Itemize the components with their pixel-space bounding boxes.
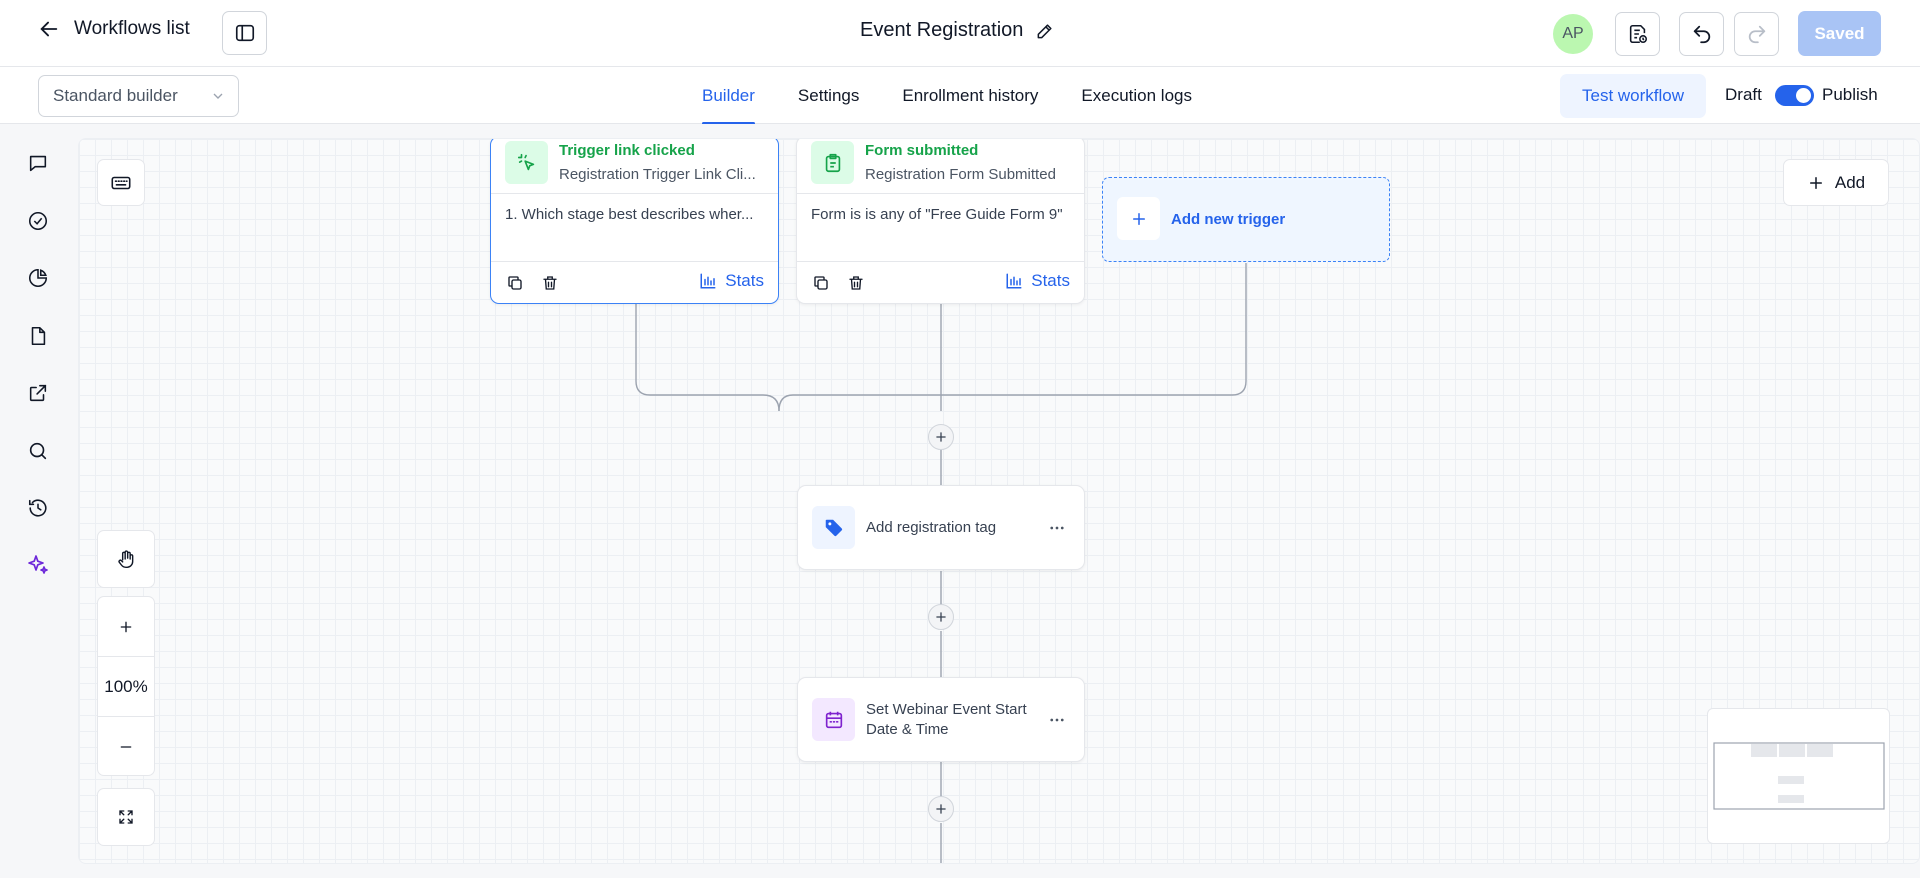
more-options-icon[interactable]	[1048, 519, 1066, 537]
undo-button[interactable]	[1679, 12, 1724, 56]
trash-icon[interactable]	[847, 274, 865, 292]
copy-icon[interactable]	[506, 274, 524, 292]
trigger-stats-button[interactable]: Stats	[699, 271, 764, 291]
workflow-title-group: Event Registration	[860, 19, 1055, 42]
clipboard-icon	[811, 141, 854, 184]
tag-icon	[812, 506, 855, 549]
trigger-subtitle: Registration Form Submitted	[865, 166, 1056, 183]
chevron-down-icon	[210, 88, 226, 104]
check-circle-icon[interactable]	[25, 208, 51, 234]
plus-icon	[1807, 174, 1825, 192]
action-label: Set Webinar Event Start Date & Time	[866, 701, 1027, 738]
plus-icon	[934, 430, 948, 444]
draft-label: Draft	[1725, 85, 1762, 104]
add-step-button[interactable]	[928, 424, 954, 450]
tab-execution-logs[interactable]: Execution logs	[1081, 67, 1192, 124]
saved-button[interactable]: Saved	[1798, 11, 1881, 56]
zoom-in-button[interactable]	[98, 597, 154, 657]
action-card-set-webinar-date[interactable]: Set Webinar Event Start Date & Time	[797, 677, 1085, 762]
keyboard-icon	[110, 172, 132, 194]
action-label: Add registration tag	[866, 519, 997, 536]
back-to-workflows-link[interactable]: Workflows list	[38, 18, 190, 40]
version-history-button[interactable]	[1615, 12, 1660, 56]
plus-icon	[118, 619, 134, 635]
history-clock-icon[interactable]	[25, 495, 51, 521]
trigger-condition: Form is is any of "Free Guide Form 9"	[797, 194, 1084, 262]
trigger-title: Form submitted	[865, 142, 979, 159]
trigger-subtitle: Registration Trigger Link Cli...	[559, 166, 756, 183]
publish-label: Publish	[1822, 85, 1878, 104]
sidebar-panel-icon	[234, 22, 256, 44]
pencil-edit-icon[interactable]	[1035, 21, 1055, 41]
redo-button[interactable]	[1734, 12, 1779, 56]
stats-label: Stats	[1031, 271, 1070, 290]
redo-icon	[1746, 23, 1768, 45]
trigger-card-header: Trigger link clicked Registration Trigge…	[491, 139, 778, 194]
trigger-card-link-clicked[interactable]: Trigger link clicked Registration Trigge…	[490, 139, 779, 304]
minimap[interactable]	[1707, 708, 1890, 844]
bar-chart-icon	[1005, 272, 1023, 290]
chat-bubble-icon[interactable]	[25, 150, 51, 176]
sidebar-toggle-button[interactable]	[222, 11, 267, 55]
tab-settings[interactable]: Settings	[798, 67, 859, 124]
ai-sparkle-icon[interactable]	[25, 552, 51, 578]
bar-chart-icon	[699, 272, 717, 290]
undo-icon	[1691, 23, 1713, 45]
top-bar: Workflows list Event Registration AP Sav…	[0, 0, 1920, 67]
add-new-trigger-button[interactable]: Add new trigger	[1102, 177, 1390, 262]
trigger-card-header: Form submitted Registration Form Submitt…	[797, 139, 1084, 194]
tab-bar: Builder Settings Enrollment history Exec…	[702, 67, 1192, 125]
copy-icon[interactable]	[812, 274, 830, 292]
add-trigger-label: Add new trigger	[1171, 211, 1286, 228]
zoom-out-button[interactable]	[98, 717, 154, 777]
add-label: Add	[1834, 172, 1866, 192]
document-icon[interactable]	[25, 323, 51, 349]
workflow-title: Event Registration	[860, 19, 1024, 41]
plus-icon	[934, 610, 948, 624]
document-clock-icon	[1627, 23, 1649, 45]
builder-mode-value: Standard builder	[53, 86, 178, 105]
trigger-card-footer: Stats	[491, 262, 778, 303]
plus-icon	[1117, 197, 1160, 240]
hand-icon	[116, 549, 136, 569]
minimap-preview	[1713, 742, 1885, 810]
trash-icon[interactable]	[541, 274, 559, 292]
cursor-click-icon	[505, 141, 548, 184]
sub-toolbar: Standard builder Builder Settings Enroll…	[0, 67, 1920, 125]
tab-enrollment-history[interactable]: Enrollment history	[902, 67, 1038, 124]
trigger-card-form-submitted[interactable]: Form submitted Registration Form Submitt…	[796, 139, 1085, 304]
trigger-title: Trigger link clicked	[559, 142, 695, 159]
trigger-card-footer: Stats	[797, 262, 1084, 303]
add-step-button[interactable]	[928, 604, 954, 630]
external-link-icon[interactable]	[25, 380, 51, 406]
keyboard-shortcuts-button[interactable]	[97, 159, 145, 206]
add-step-button[interactable]	[928, 796, 954, 822]
pie-chart-icon[interactable]	[25, 265, 51, 291]
left-nav	[0, 124, 77, 878]
zoom-controls: 100%	[97, 596, 155, 776]
builder-mode-select[interactable]: Standard builder	[38, 75, 239, 117]
back-label: Workflows list	[74, 18, 190, 39]
search-icon[interactable]	[25, 438, 51, 464]
workflow-canvas[interactable]: Trigger link clicked Registration Trigge…	[78, 138, 1920, 864]
more-options-icon[interactable]	[1048, 711, 1066, 729]
expand-icon	[117, 808, 135, 826]
plus-icon	[934, 802, 948, 816]
trigger-stats-button[interactable]: Stats	[1005, 271, 1070, 291]
user-avatar[interactable]: AP	[1553, 14, 1593, 54]
publish-toggle[interactable]	[1775, 85, 1814, 106]
minus-icon	[118, 739, 134, 755]
calendar-icon	[812, 698, 855, 741]
action-card-add-tag[interactable]: Add registration tag	[797, 485, 1085, 570]
pan-mode-button[interactable]	[97, 530, 155, 588]
arrow-left-icon	[38, 18, 60, 40]
stats-label: Stats	[725, 271, 764, 290]
test-workflow-button[interactable]: Test workflow	[1560, 74, 1706, 118]
fit-view-button[interactable]	[97, 788, 155, 846]
zoom-level: 100%	[98, 657, 154, 717]
trigger-condition: 1. Which stage best describes wher...	[491, 194, 778, 262]
tab-builder[interactable]: Builder	[702, 67, 755, 125]
add-button[interactable]: Add	[1783, 159, 1889, 206]
